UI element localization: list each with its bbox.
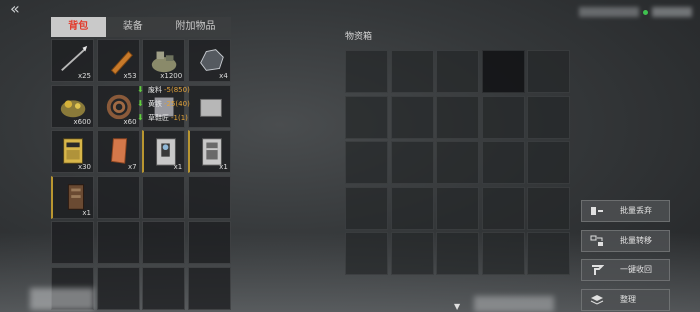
storage-grid xyxy=(345,50,570,275)
item-quantity: x1 xyxy=(82,208,91,217)
item-quantity: x1 xyxy=(219,163,228,172)
tooltip-value: -5(850) xyxy=(164,86,190,94)
storage-slot[interactable] xyxy=(481,232,525,275)
inventory-slot[interactable]: x1200 xyxy=(142,39,186,82)
blurred-watermark xyxy=(30,288,94,310)
storage-slot[interactable] xyxy=(345,232,388,275)
item-quantity: x53 xyxy=(123,72,137,80)
sort-label: 整理 xyxy=(620,294,636,304)
inventory-slot[interactable] xyxy=(96,266,140,310)
storage-slot[interactable] xyxy=(345,186,388,230)
network-status-icon xyxy=(643,9,648,15)
craft-cost-tooltip: ⬇ 废料 -5(850) ⬇ 黄铁 -25(40) ⬇ 草鞋匠 -1(1) xyxy=(137,83,211,127)
batch-discard-label: 批量丢弃 xyxy=(620,206,652,215)
inventory-slot[interactable]: x7 xyxy=(96,130,140,174)
storage-slot[interactable] xyxy=(527,50,570,93)
inventory-slot[interactable] xyxy=(51,221,94,265)
tab-extra-items[interactable]: 附加物品 xyxy=(160,17,231,37)
item-quantity: x600 xyxy=(73,117,91,126)
blurred-battery-info xyxy=(652,7,692,17)
inventory-slot[interactable] xyxy=(96,175,140,219)
storage-slot[interactable] xyxy=(436,95,479,139)
item-quantity: x60 xyxy=(123,117,137,126)
storage-slot[interactable] xyxy=(481,186,525,230)
scroll-down-icon[interactable]: ▼ xyxy=(454,302,460,311)
tab-backpack[interactable]: 背包 xyxy=(51,17,106,37)
tooltip-label: 废料 xyxy=(148,86,162,94)
tab-equipment[interactable]: 装备 xyxy=(105,17,161,37)
inventory-tabs: 背包 装备 附加物品 xyxy=(51,17,231,37)
storage-slot[interactable] xyxy=(345,95,388,139)
inventory-slot[interactable] xyxy=(142,221,186,265)
collect-all-button[interactable]: 一键收回 xyxy=(581,259,670,281)
inventory-slot[interactable] xyxy=(142,266,186,310)
storage-slot[interactable] xyxy=(390,232,434,275)
batch-transfer-label: 批量转移 xyxy=(620,235,652,245)
storage-slot[interactable] xyxy=(481,141,525,184)
storage-slot[interactable] xyxy=(436,50,479,93)
blurred-watermark xyxy=(474,296,554,312)
inventory-slot[interactable] xyxy=(187,266,231,310)
inventory-slot[interactable]: x4 xyxy=(187,39,231,82)
tooltip-row: ⬇ 黄铁 -25(40) xyxy=(137,97,211,111)
batch-discard-button[interactable]: 批量丢弃 xyxy=(581,200,670,222)
item-quantity: x1200 xyxy=(160,72,183,80)
storage-title: 物资箱 xyxy=(345,32,373,42)
backpack-grid: x25 x53 x1200 x4 x600 x60 x30 x7 x1 x1 x1 xyxy=(51,39,231,310)
item-quantity: x25 xyxy=(77,72,91,80)
storage-slot[interactable] xyxy=(436,141,479,184)
action-buttons: 批量丢弃 批量转移 一键收回 整理 xyxy=(581,200,670,312)
inventory-slot[interactable] xyxy=(187,221,231,265)
download-arrow-icon: ⬇ xyxy=(137,85,144,94)
storage-slot[interactable] xyxy=(390,186,434,230)
storage-slot[interactable] xyxy=(527,232,570,275)
inventory-slot[interactable] xyxy=(142,175,186,219)
download-arrow-icon: ⬇ xyxy=(137,99,144,108)
tooltip-label: 黄铁 xyxy=(148,100,162,108)
inventory-slot[interactable]: x60 xyxy=(96,84,140,128)
blurred-status-info xyxy=(579,7,639,17)
storage-slot[interactable] xyxy=(527,186,570,230)
tooltip-label: 草鞋匠 xyxy=(148,114,169,122)
inventory-slot[interactable]: x25 xyxy=(51,39,94,82)
inventory-slot[interactable]: x53 xyxy=(96,39,140,82)
tooltip-value: -1(1) xyxy=(171,114,188,122)
double-chevron-left-icon: « xyxy=(10,0,20,18)
inventory-slot[interactable]: x1 xyxy=(51,175,94,219)
item-quantity: x4 xyxy=(219,72,228,80)
back-button[interactable]: « xyxy=(10,0,30,18)
tooltip-row: ⬇ 草鞋匠 -1(1) xyxy=(137,111,211,125)
download-arrow-icon: ⬇ xyxy=(137,113,144,122)
inventory-slot[interactable]: x30 xyxy=(51,130,94,174)
storage-slot[interactable] xyxy=(390,141,434,184)
collect-all-label: 一键收回 xyxy=(620,265,652,274)
sort-icon xyxy=(590,294,604,305)
storage-slot[interactable] xyxy=(345,141,388,184)
storage-slot[interactable] xyxy=(390,95,434,139)
storage-slot[interactable] xyxy=(481,95,525,139)
inventory-slot[interactable] xyxy=(96,221,140,265)
batch-transfer-button[interactable]: 批量转移 xyxy=(581,229,670,252)
item-quantity: x1 xyxy=(173,163,183,172)
storage-slot[interactable] xyxy=(436,186,479,230)
sort-button[interactable]: 整理 xyxy=(581,288,670,311)
item-quantity: x30 xyxy=(77,163,91,172)
storage-slot[interactable] xyxy=(345,50,388,93)
storage-slot[interactable] xyxy=(527,95,570,139)
discard-icon xyxy=(591,207,603,215)
item-quantity: x7 xyxy=(127,163,137,172)
storage-slot[interactable] xyxy=(436,232,479,275)
storage-slot[interactable] xyxy=(527,141,570,184)
tooltip-value: -25(40) xyxy=(164,100,190,108)
storage-slot[interactable] xyxy=(390,50,434,93)
status-bar xyxy=(579,6,692,18)
inventory-slot[interactable]: x600 xyxy=(51,84,94,128)
inventory-slot[interactable]: x1 xyxy=(187,130,231,174)
inventory-slot[interactable]: x1 xyxy=(142,130,186,174)
inventory-slot[interactable] xyxy=(187,175,231,219)
transfer-icon xyxy=(590,235,603,246)
tooltip-row: ⬇ 废料 -5(850) xyxy=(137,83,211,97)
storage-slot[interactable] xyxy=(481,50,525,93)
collect-icon xyxy=(592,265,604,275)
